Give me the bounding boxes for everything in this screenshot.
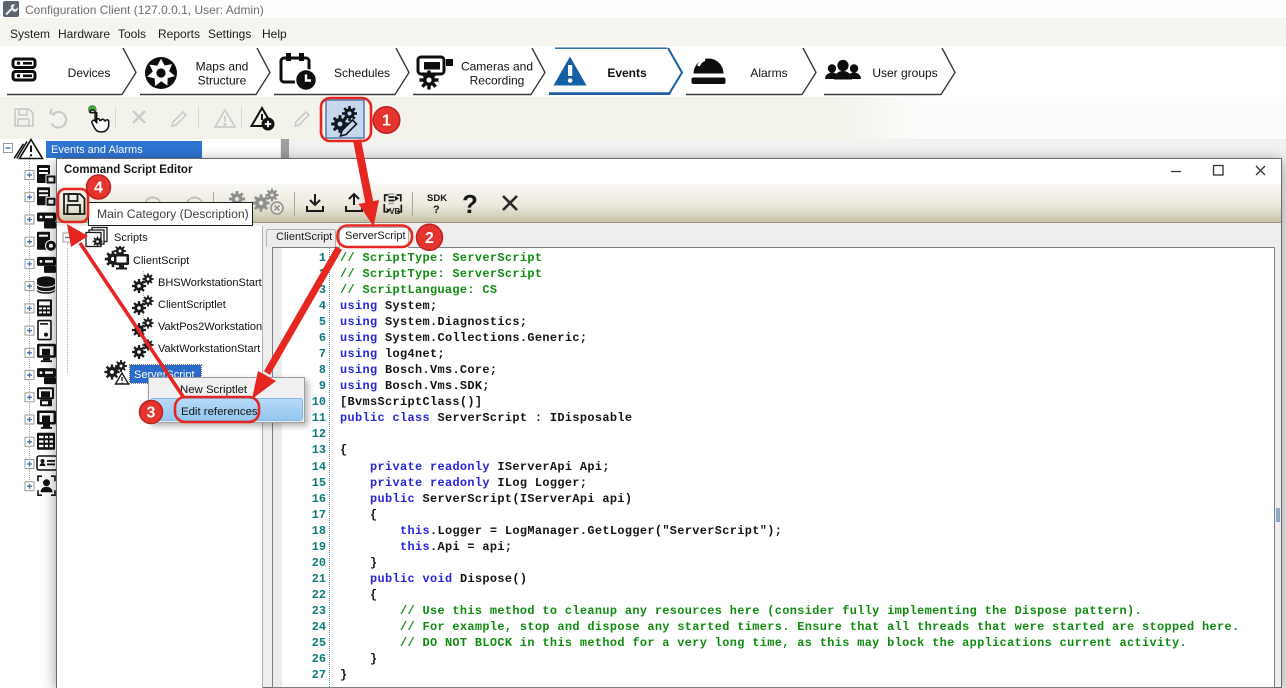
svg-text:2: 2 (425, 230, 434, 247)
svg-text:4: 4 (94, 180, 103, 197)
svg-text:1: 1 (382, 113, 391, 130)
svg-text:3: 3 (147, 405, 156, 422)
